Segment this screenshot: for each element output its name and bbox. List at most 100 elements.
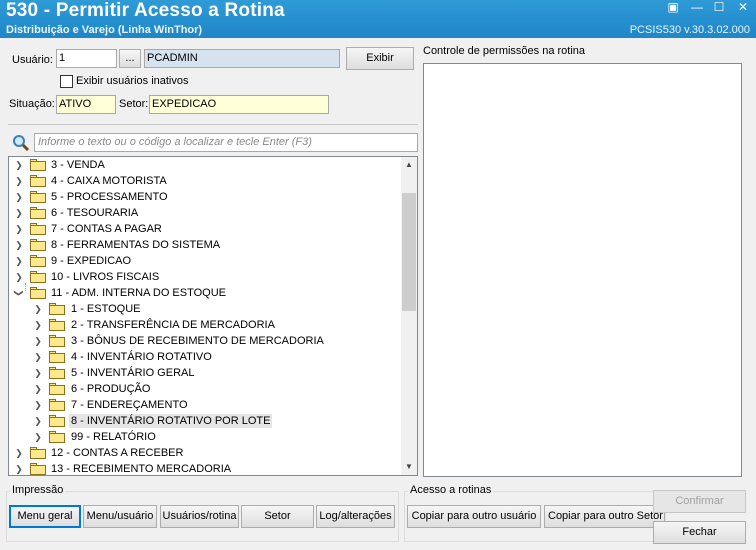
tree-item[interactable]: ❯ 4 - INVENTÁRIO ROTATIVO (9, 349, 399, 365)
folder-icon (30, 239, 46, 251)
folder-icon (30, 191, 46, 203)
tree-item-selected[interactable]: ❯ 8 - INVENTÁRIO ROTATIVO POR LOTE (9, 413, 399, 429)
tree-item[interactable]: ❯ 7 - CONTAS A PAGAR (9, 221, 399, 237)
tree-item[interactable]: ❯ 3 - VENDA (9, 157, 399, 173)
usuario-code-field[interactable]: 1 (56, 49, 117, 68)
usuarios-rotina-button[interactable]: Usuários/rotina (160, 505, 239, 528)
menu-usuario-button[interactable]: Menu/usuário (83, 505, 157, 528)
expand-icon[interactable]: ❯ (14, 448, 24, 458)
tree-item[interactable]: ❯ 9 - EXPEDICAO (9, 253, 399, 269)
tree-item-label: 6 - TESOURARIA (51, 207, 139, 219)
tree-item[interactable]: ❯ 10 - LIVROS FISCAIS (9, 269, 399, 285)
tree-item-label: 12 - CONTAS A RECEBER (51, 447, 184, 459)
expand-icon[interactable]: ❯ (14, 160, 24, 170)
maximize-icon[interactable]: ☐ (710, 0, 728, 14)
usuario-name-field: PCADMIN (144, 49, 340, 68)
expand-icon[interactable]: ❯ (33, 416, 43, 426)
folder-icon (30, 159, 46, 171)
setor-label: Setor: (119, 98, 149, 110)
divider (8, 124, 418, 125)
tree-item[interactable]: ❯ 6 - PRODUÇÃO (9, 381, 399, 397)
close-icon[interactable]: ✕ (734, 0, 752, 14)
scroll-down-icon[interactable]: ▼ (401, 459, 417, 475)
expand-icon[interactable]: ❯ (33, 336, 43, 346)
copiar-setor-button[interactable]: Copiar para outro Setor (544, 505, 665, 528)
expand-icon[interactable]: ❯ (14, 176, 24, 186)
tree-scrollbar[interactable]: ▲ ▼ (401, 157, 417, 475)
folder-icon (30, 223, 46, 235)
tree-item-label: 3 - VENDA (51, 159, 105, 171)
folder-icon (30, 447, 46, 459)
expand-icon[interactable]: ❯ (33, 320, 43, 330)
expand-icon[interactable]: ❯ (33, 352, 43, 362)
confirmar-button[interactable]: Confirmar (653, 490, 746, 513)
collapse-icon[interactable]: ❯ (14, 288, 24, 298)
expand-icon[interactable]: ❯ (14, 208, 24, 218)
tree-item-label: 6 - PRODUÇÃO (71, 383, 151, 395)
minimize-icon[interactable]: — (688, 0, 706, 14)
log-alteracoes-button[interactable]: Log/alterações (316, 505, 395, 528)
tree-item-label: 4 - CAIXA MOTORISTA (51, 175, 167, 187)
tree-item-label: 8 - INVENTÁRIO ROTATIVO POR LOTE (69, 414, 273, 428)
expand-icon[interactable]: ❯ (14, 224, 24, 234)
expand-icon[interactable]: ❯ (14, 272, 24, 282)
tree-item-label: 9 - EXPEDICAO (51, 255, 132, 267)
client-area: Usuário: 1 ... PCADMIN Exibir Exibir usu… (3, 38, 753, 547)
inativos-checkbox[interactable] (60, 75, 73, 88)
tree-item[interactable]: ❯ 2 - TRANSFERÊNCIA DE MERCADORIA (9, 317, 399, 333)
fechar-button[interactable]: Fechar (653, 521, 746, 544)
expand-icon[interactable]: ❯ (14, 240, 24, 250)
copiar-usuario-button[interactable]: Copiar para outro usuário (407, 505, 541, 528)
search-input[interactable]: Informe o texto ou o código a localizar … (34, 133, 418, 152)
tree-item[interactable]: ❯ 13 - RECEBIMENTO MERCADORIA (9, 461, 399, 475)
tree-item[interactable]: ❯ 3 - BÔNUS DE RECEBIMENTO DE MERCADORIA (9, 333, 399, 349)
tree-item-label: 11 - ADM. INTERNA DO ESTOQUE (51, 287, 227, 299)
folder-icon (30, 255, 46, 267)
tree-item[interactable]: ❯ 12 - CONTAS A RECEBER (9, 445, 399, 461)
expand-icon[interactable]: ❯ (14, 256, 24, 266)
folder-icon (49, 319, 65, 331)
tree-item[interactable]: ❯ 7 - ENDEREÇAMENTO (9, 397, 399, 413)
search-icon (12, 134, 30, 152)
tree-item-label: 5 - PROCESSAMENTO (51, 191, 168, 203)
tree-item-label: 4 - INVENTÁRIO ROTATIVO (71, 351, 212, 363)
usuario-lookup-button[interactable]: ... (119, 49, 141, 68)
situacao-field: ATIVO (56, 95, 116, 114)
tree-item[interactable]: ❯ 1 - ESTOQUE (9, 301, 399, 317)
tree-item-label: 7 - ENDEREÇAMENTO (71, 399, 188, 411)
expand-icon[interactable]: ❯ (33, 384, 43, 394)
exibir-button[interactable]: Exibir (346, 47, 414, 70)
expand-icon[interactable]: ❯ (33, 368, 43, 378)
setor-field: EXPEDICAO (149, 95, 329, 114)
tree-item[interactable]: ❯ 6 - TESOURARIA (9, 205, 399, 221)
tree-item[interactable]: ❯ 99 - RELATÓRIO (9, 429, 399, 445)
expand-icon[interactable]: ❯ (33, 400, 43, 410)
menu-geral-button[interactable]: Menu geral (9, 505, 81, 528)
inativos-label: Exibir usuários inativos (76, 75, 189, 87)
tree-item-label: 7 - CONTAS A PAGAR (51, 223, 162, 235)
folder-icon (30, 175, 46, 187)
expand-icon[interactable]: ❯ (14, 192, 24, 202)
rotinas-tree[interactable]: ❯ 3 - VENDA ❯ 4 - CAIXA MOTORISTA ❯ 5 - … (8, 156, 418, 476)
tree-item[interactable]: ❯ 5 - PROCESSAMENTO (9, 189, 399, 205)
folder-icon (49, 303, 65, 315)
permissions-panel-title: Controle de permissões na rotina (423, 45, 586, 57)
tree-item-label: 8 - FERRAMENTAS DO SISTEMA (51, 239, 221, 251)
restore-icon[interactable]: ▣ (664, 0, 682, 14)
setor-button[interactable]: Setor (241, 505, 314, 528)
tree-item-label: 2 - TRANSFERÊNCIA DE MERCADORIA (71, 319, 275, 331)
tree-item[interactable]: ❯ 8 - FERRAMENTAS DO SISTEMA (9, 237, 399, 253)
permissions-panel[interactable] (423, 63, 742, 477)
expand-icon[interactable]: ❯ (14, 464, 24, 474)
tree-item[interactable]: ❯ 4 - CAIXA MOTORISTA (9, 173, 399, 189)
tree-item[interactable]: ❯ 11 - ADM. INTERNA DO ESTOQUE (9, 285, 399, 301)
tree-item[interactable]: ❯ 5 - INVENTÁRIO GERAL (9, 365, 399, 381)
scroll-thumb[interactable] (402, 193, 416, 311)
expand-icon[interactable]: ❯ (33, 432, 43, 442)
folder-icon (30, 271, 46, 283)
expand-icon[interactable]: ❯ (33, 304, 43, 314)
tree-item-label: 5 - INVENTÁRIO GERAL (71, 367, 195, 379)
folder-icon (49, 367, 65, 379)
scroll-up-icon[interactable]: ▲ (401, 157, 417, 173)
impressao-title: Impressão (10, 484, 66, 496)
